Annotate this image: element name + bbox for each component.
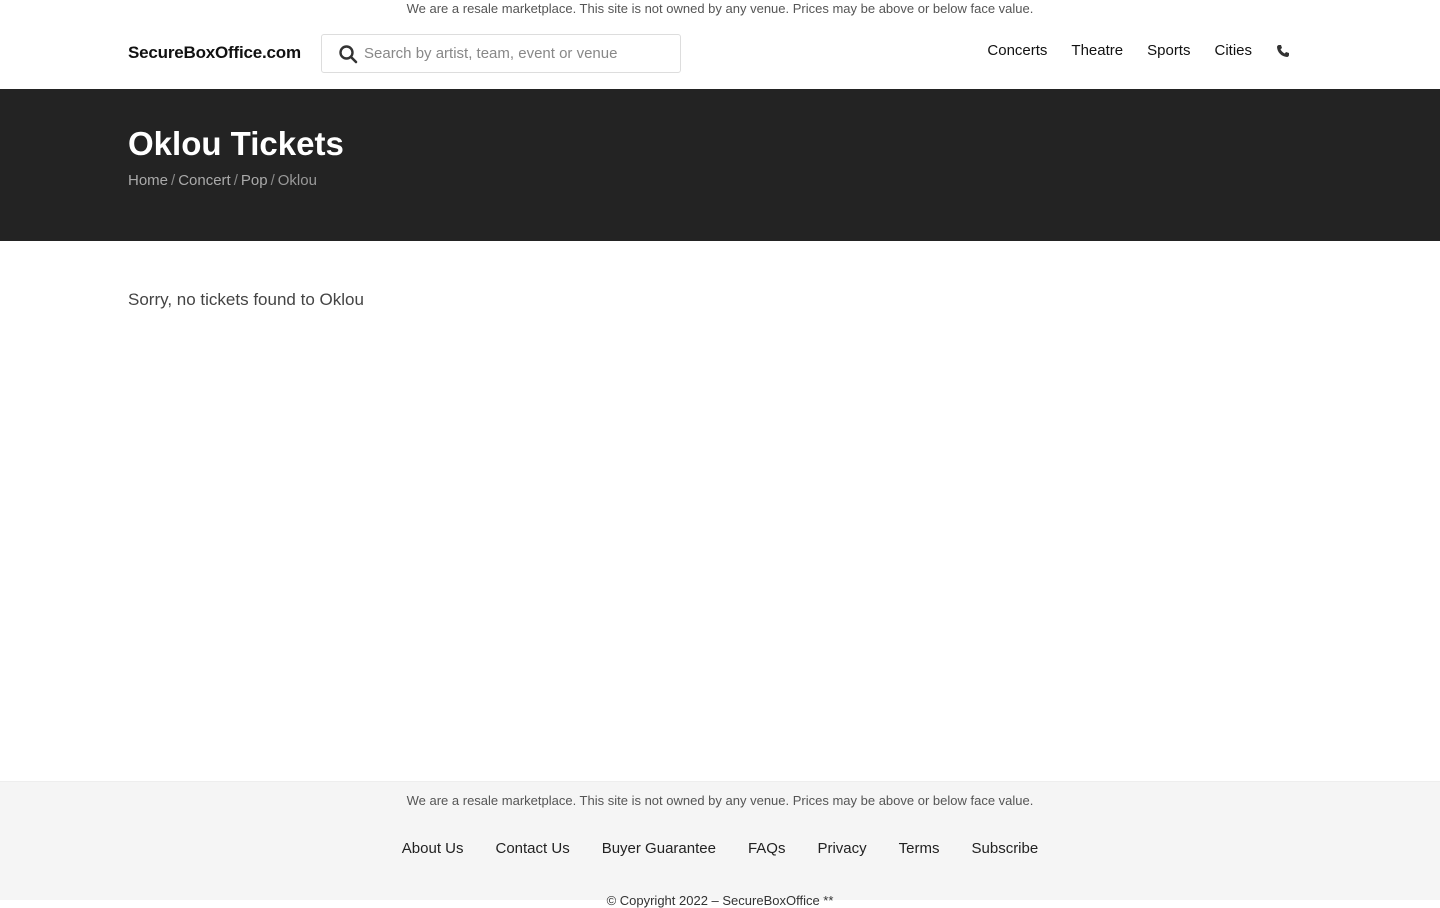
footer-link-faqs[interactable]: FAQs: [748, 840, 786, 857]
breadcrumb-home[interactable]: Home: [128, 172, 168, 189]
hero-banner: Oklou Tickets Home / Concert / Pop / Oklou: [0, 89, 1440, 241]
breadcrumb-separator: /: [233, 172, 238, 189]
nav-cities[interactable]: Cities: [1214, 42, 1252, 59]
breadcrumb-separator: /: [270, 172, 275, 189]
search-icon: [339, 45, 358, 64]
no-tickets-message: Sorry, no tickets found to Oklou: [128, 290, 364, 309]
site-logo[interactable]: SecureBoxOffice.com: [128, 43, 301, 63]
top-disclaimer: We are a resale marketplace. This site i…: [406, 1, 1034, 16]
search-box[interactable]: [321, 34, 681, 73]
copyright: © Copyright 2022 – SecureBoxOffice **: [606, 893, 834, 908]
footer-link-buyer-guarantee[interactable]: Buyer Guarantee: [602, 840, 716, 857]
site-header: SecureBoxOffice.com Concerts Theatre Spo…: [0, 18, 1440, 89]
footer-links: About Us Contact Us Buyer Guarantee FAQs…: [0, 840, 1440, 857]
nav-theatre[interactable]: Theatre: [1071, 42, 1123, 59]
phone-icon[interactable]: [1276, 44, 1290, 58]
site-footer: We are a resale marketplace. This site i…: [0, 781, 1440, 908]
main-nav: Concerts Theatre Sports Cities: [963, 42, 1290, 59]
footer-link-privacy[interactable]: Privacy: [817, 840, 866, 857]
nav-sports[interactable]: Sports: [1147, 42, 1190, 59]
breadcrumb-current: Oklou: [277, 172, 317, 189]
breadcrumb-concert[interactable]: Concert: [178, 172, 231, 189]
nav-concerts[interactable]: Concerts: [987, 42, 1047, 59]
footer-link-about-us[interactable]: About Us: [402, 840, 464, 857]
footer-disclaimer: We are a resale marketplace. This site i…: [406, 793, 1034, 808]
breadcrumb-pop[interactable]: Pop: [241, 172, 268, 189]
search-input[interactable]: [364, 35, 674, 72]
breadcrumb-separator: /: [171, 172, 176, 189]
breadcrumb: Home / Concert / Pop / Oklou: [128, 172, 317, 189]
footer-link-subscribe[interactable]: Subscribe: [972, 840, 1039, 857]
footer-link-terms[interactable]: Terms: [899, 840, 940, 857]
footer-link-contact-us[interactable]: Contact Us: [496, 840, 570, 857]
page-title: Oklou Tickets: [128, 125, 344, 162]
